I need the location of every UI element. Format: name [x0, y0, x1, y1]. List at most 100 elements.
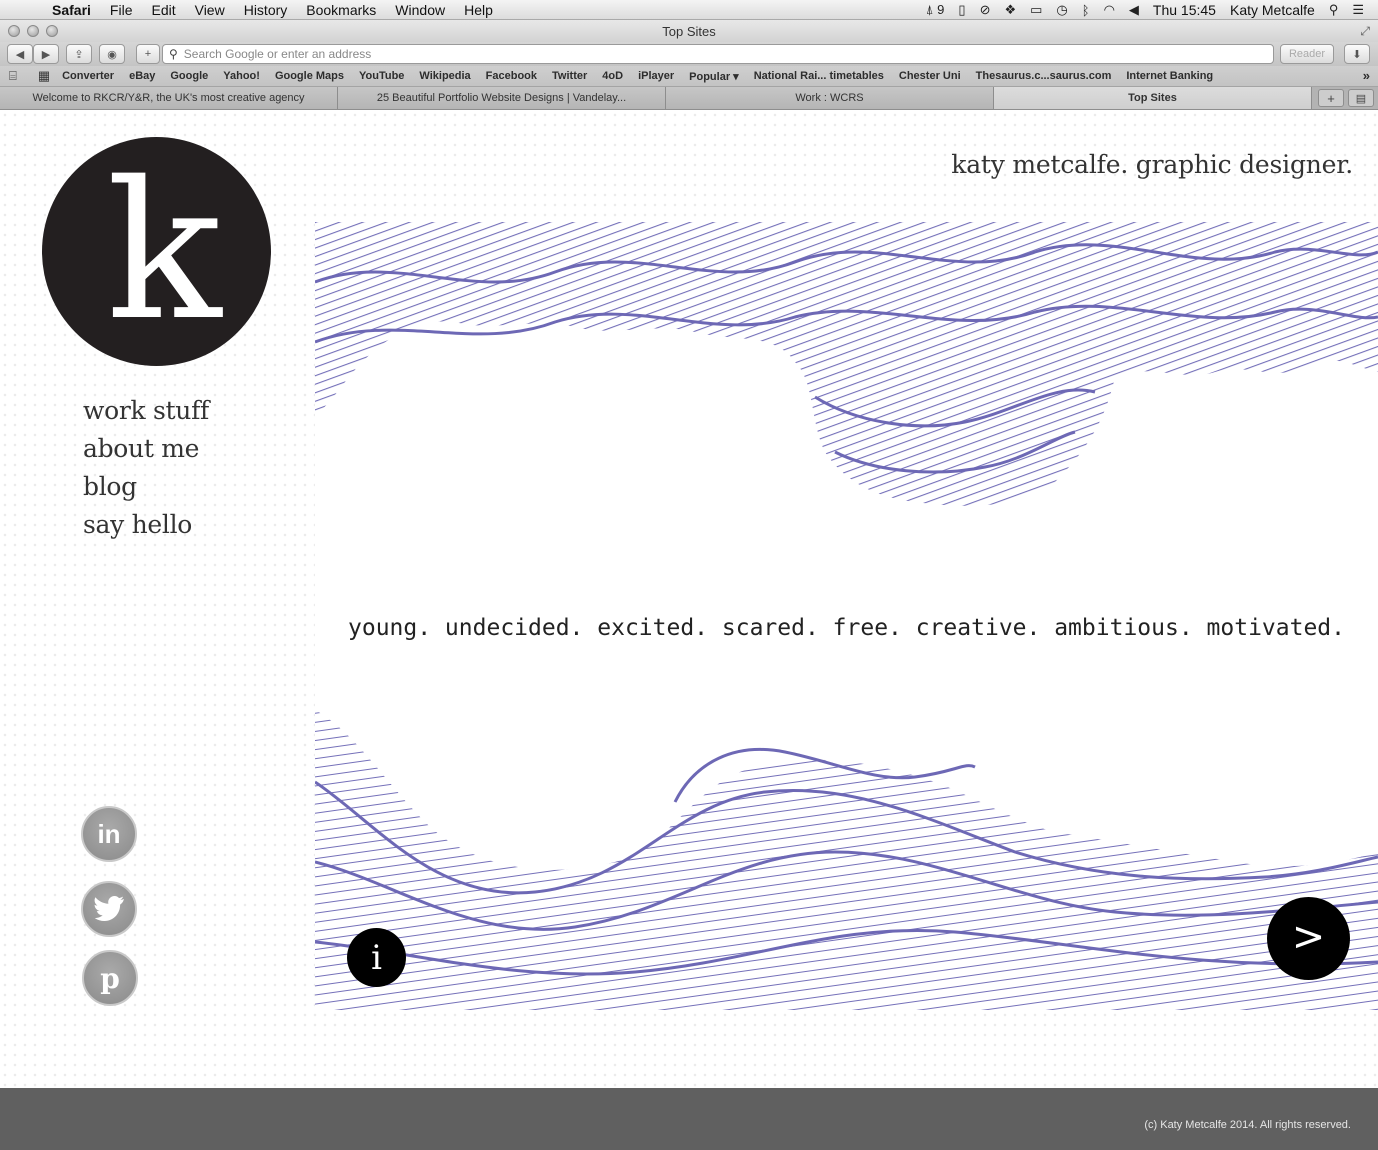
nav-about-me[interactable]: about me	[83, 430, 209, 468]
menu-app-name[interactable]: Safari	[52, 2, 91, 18]
bluetooth-icon[interactable]: ᛒ	[1082, 3, 1090, 18]
back-arrow-icon: ◀	[15, 48, 25, 61]
info-icon: i	[371, 937, 382, 978]
bookmark-item[interactable]: Facebook	[486, 70, 537, 82]
bookmark-item[interactable]: Popular ▾	[689, 70, 739, 83]
nav-blog[interactable]: blog	[83, 468, 209, 506]
dropbox-icon[interactable]: ❖	[1004, 2, 1016, 18]
forward-arrow-icon: ▶	[41, 48, 51, 61]
wifi-icon[interactable]: ◠	[1104, 2, 1115, 18]
window-title: Top Sites	[662, 23, 716, 39]
pinterest-link[interactable]: p	[82, 950, 138, 1006]
tab-bar: Welcome to RKCR/Y&R, the UK's most creat…	[0, 87, 1378, 110]
logo-letter: k	[106, 140, 222, 362]
copyright-text: (c) Katy Metcalfe 2014. All rights reser…	[1144, 1119, 1351, 1131]
minimize-window-button[interactable]	[27, 25, 39, 37]
volume-icon[interactable]: ◀	[1129, 2, 1139, 18]
adobe-icon[interactable]: ⍋ 9	[926, 2, 945, 18]
reader-button[interactable]: Reader	[1280, 44, 1334, 64]
bookmark-item[interactable]: eBay	[129, 70, 155, 82]
search-icon: ⚲	[169, 47, 178, 61]
address-placeholder: Search Google or enter an address	[183, 47, 372, 61]
nav-work-stuff[interactable]: work stuff	[83, 392, 209, 430]
download-icon: ⬇	[1352, 48, 1362, 61]
new-tab-button[interactable]: +	[1318, 89, 1344, 107]
plus-icon: +	[1327, 90, 1335, 106]
bookmark-item[interactable]: Internet Banking	[1126, 70, 1213, 82]
tab-wcrs[interactable]: Work : WCRS	[666, 87, 994, 109]
reading-list-icon[interactable]: ⌸	[9, 68, 17, 84]
window-titlebar: Top Sites ⤢	[0, 20, 1378, 42]
menu-history[interactable]: History	[244, 2, 288, 18]
zoom-window-button[interactable]	[46, 25, 58, 37]
linkedin-icon: in	[97, 818, 121, 849]
bookmark-item[interactable]: iPlayer	[638, 70, 674, 82]
bookmark-item[interactable]: Google	[170, 70, 208, 82]
cloud-band-shape	[315, 222, 1378, 506]
bookmark-item[interactable]: YouTube	[359, 70, 404, 82]
back-button[interactable]: ◀	[7, 44, 33, 64]
plus-icon: +	[144, 48, 152, 60]
close-window-button[interactable]	[8, 25, 20, 37]
bookmarks-bar: ⌸ ▦ Converter eBay Google Yahoo! Google …	[0, 66, 1378, 87]
bookmark-item[interactable]: Chester Uni	[899, 70, 961, 82]
time-machine-icon[interactable]: ◷	[1056, 2, 1067, 18]
window-controls	[8, 25, 58, 37]
share-button[interactable]: ⇪	[66, 44, 92, 64]
user-name[interactable]: Katy Metcalfe	[1230, 2, 1315, 18]
ghostery-button[interactable]: ◉	[99, 44, 125, 64]
bookmark-item[interactable]: 4oD	[602, 70, 623, 82]
site-motto: young. undecided. excited. scared. free.…	[348, 615, 1345, 641]
tab-rkcr[interactable]: Welcome to RKCR/Y&R, the UK's most creat…	[0, 87, 338, 109]
downloads-button[interactable]: ⬇	[1344, 44, 1370, 64]
site-heading: katy metcalfe. graphic designer.	[951, 150, 1353, 179]
site-nav: work stuff about me blog say hello	[83, 392, 209, 544]
adobe-badge: 9	[937, 2, 945, 17]
spotlight-icon[interactable]: ⚲	[1329, 2, 1339, 18]
menu-window[interactable]: Window	[395, 2, 445, 18]
more-bookmarks-icon[interactable]: »	[1363, 68, 1370, 83]
top-sites-grid-icon[interactable]: ▦	[38, 68, 50, 84]
fullscreen-icon[interactable]: ⤢	[1360, 24, 1370, 39]
bookmark-item[interactable]: Thesaurus.c...saurus.com	[976, 70, 1112, 82]
menu-bookmarks[interactable]: Bookmarks	[306, 2, 376, 18]
bookmark-item[interactable]: Twitter	[552, 70, 587, 82]
site-logo[interactable]: k	[42, 137, 271, 366]
address-bar[interactable]: ⚲ Search Google or enter an address	[162, 44, 1274, 64]
nav-say-hello[interactable]: say hello	[83, 506, 209, 544]
twitter-icon	[94, 896, 124, 921]
battery-tool-icon[interactable]: ▯	[958, 2, 965, 18]
compass-icon[interactable]: ⊘	[980, 2, 991, 18]
status-area: ⍋ 9 ▯ ⊘ ❖ ▭ ◷ ᛒ ◠ ◀ Thu 15:45 Katy Metca…	[926, 0, 1364, 20]
tab-top-sites[interactable]: Top Sites	[994, 87, 1312, 109]
menu-view[interactable]: View	[195, 2, 225, 18]
tab-overview-button[interactable]: ▤	[1348, 89, 1374, 107]
bookmark-item[interactable]: Google Maps	[275, 70, 344, 82]
clock[interactable]: Thu 15:45	[1153, 2, 1216, 18]
next-arrow-icon: >	[1291, 913, 1326, 960]
bookmark-item[interactable]: Converter	[62, 70, 114, 82]
forward-button[interactable]: ▶	[33, 44, 59, 64]
twitter-link[interactable]: t	[81, 881, 137, 937]
notification-center-icon[interactable]: ☰	[1352, 2, 1364, 18]
battery-icon[interactable]: ▭	[1030, 2, 1042, 18]
pinterest-icon: p	[100, 961, 120, 995]
bookmark-item[interactable]: Wikipedia	[419, 70, 470, 82]
linkedin-link[interactable]: in	[81, 806, 137, 862]
menu-bar: Safari File Edit View History Bookmarks …	[0, 0, 1378, 20]
menu-edit[interactable]: Edit	[151, 2, 175, 18]
browser-toolbar: ◀ ▶ ⇪ ◉ + ⚲ Search Google or enter an ad…	[0, 42, 1378, 66]
bookmark-item[interactable]: National Rai... timetables	[754, 70, 884, 82]
nav-buttons: ◀ ▶	[7, 44, 59, 64]
ghost-icon: ◉	[107, 48, 117, 61]
info-button[interactable]: i	[347, 928, 406, 987]
next-slide-button[interactable]: >	[1267, 897, 1350, 980]
menu-file[interactable]: File	[110, 2, 133, 18]
tab-vandelay[interactable]: 25 Beautiful Portfolio Website Designs |…	[338, 87, 666, 109]
site-footer: (c) Katy Metcalfe 2014. All rights reser…	[0, 1088, 1378, 1150]
web-page: k katy metcalfe. graphic designer. work …	[0, 110, 1378, 1088]
menu-help[interactable]: Help	[464, 2, 493, 18]
add-bookmark-button[interactable]: +	[136, 44, 160, 64]
bookmark-item[interactable]: Yahoo!	[223, 70, 260, 82]
tab-overview-icon: ▤	[1355, 92, 1367, 105]
